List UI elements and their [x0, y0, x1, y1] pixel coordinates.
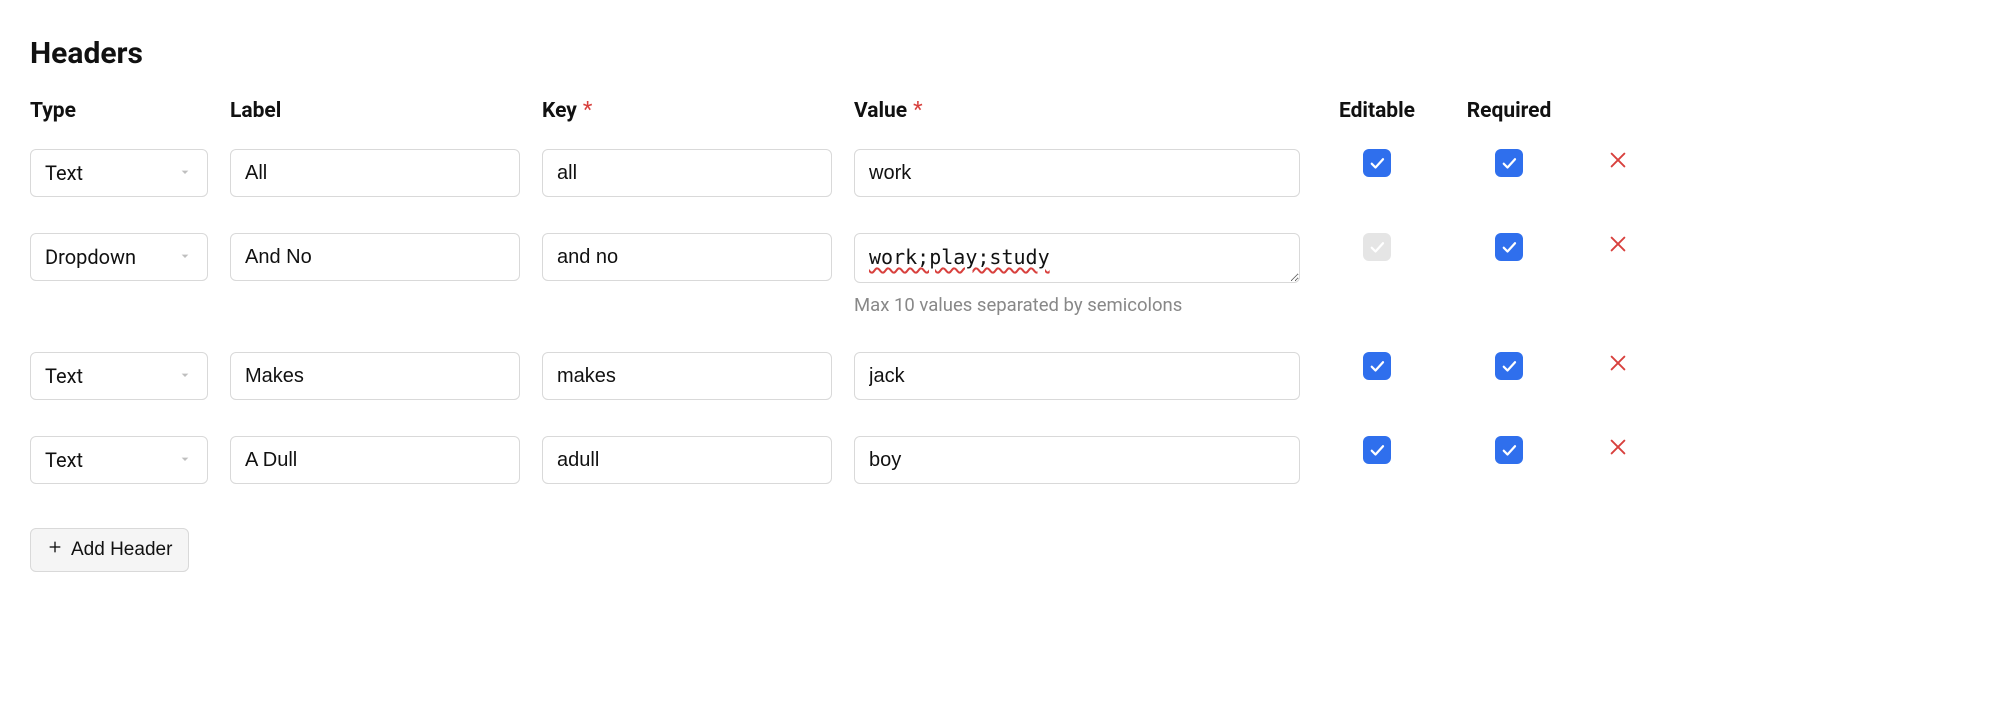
key-input[interactable]	[542, 233, 832, 281]
delete-row-button[interactable]	[1605, 149, 1631, 175]
required-checkbox[interactable]	[1495, 233, 1523, 261]
type-select[interactable]: Text	[30, 436, 208, 484]
close-icon	[1607, 352, 1629, 379]
col-label: Label	[230, 99, 520, 131]
type-select-value: Text	[45, 448, 83, 472]
col-key-label: Key	[542, 99, 577, 123]
close-icon	[1607, 436, 1629, 463]
add-header-label: Add Header	[71, 539, 172, 561]
required-checkbox[interactable]	[1495, 149, 1523, 177]
chevron-down-icon	[177, 448, 193, 472]
required-checkbox[interactable]	[1495, 436, 1523, 464]
editable-checkbox	[1363, 233, 1391, 261]
key-input[interactable]	[542, 149, 832, 197]
col-type-label: Type	[30, 99, 76, 123]
key-input[interactable]	[542, 436, 832, 484]
type-select-value: Text	[45, 364, 83, 388]
required-star: *	[583, 100, 592, 122]
close-icon	[1607, 233, 1629, 260]
col-key: Key *	[542, 99, 832, 131]
chevron-down-icon	[177, 245, 193, 269]
type-select[interactable]: Dropdown	[30, 233, 208, 281]
editable-checkbox[interactable]	[1363, 352, 1391, 380]
value-input[interactable]	[854, 436, 1300, 484]
label-input[interactable]	[230, 149, 520, 197]
type-select-value: Text	[45, 161, 83, 185]
col-value: Value *	[854, 99, 1300, 131]
col-editable: Editable	[1322, 99, 1432, 131]
col-type: Type	[30, 99, 208, 131]
col-actions	[1586, 99, 1650, 107]
col-editable-label: Editable	[1339, 99, 1415, 123]
col-required: Required	[1454, 99, 1564, 131]
type-select[interactable]: Text	[30, 352, 208, 400]
close-icon	[1607, 149, 1629, 176]
section-title: Headers	[30, 36, 1966, 71]
value-input[interactable]	[854, 352, 1300, 400]
plus-icon	[47, 539, 63, 561]
col-label-label: Label	[230, 99, 281, 123]
label-input[interactable]	[230, 352, 520, 400]
type-select-value: Dropdown	[45, 245, 136, 269]
col-required-label: Required	[1467, 99, 1552, 123]
label-input[interactable]	[230, 436, 520, 484]
label-input[interactable]	[230, 233, 520, 281]
value-textarea[interactable]: <span></span>	[854, 233, 1300, 283]
delete-row-button[interactable]	[1605, 352, 1631, 378]
key-input[interactable]	[542, 352, 832, 400]
type-select[interactable]: Text	[30, 149, 208, 197]
value-helper-text: Max 10 values separated by semicolons	[854, 294, 1300, 316]
chevron-down-icon	[177, 161, 193, 185]
chevron-down-icon	[177, 364, 193, 388]
editable-checkbox[interactable]	[1363, 436, 1391, 464]
value-input[interactable]	[854, 149, 1300, 197]
delete-row-button[interactable]	[1605, 436, 1631, 462]
col-value-label: Value	[854, 99, 907, 123]
delete-row-button[interactable]	[1605, 233, 1631, 259]
required-checkbox[interactable]	[1495, 352, 1523, 380]
required-star: *	[913, 100, 922, 122]
add-header-button[interactable]: Add Header	[30, 528, 189, 572]
editable-checkbox[interactable]	[1363, 149, 1391, 177]
